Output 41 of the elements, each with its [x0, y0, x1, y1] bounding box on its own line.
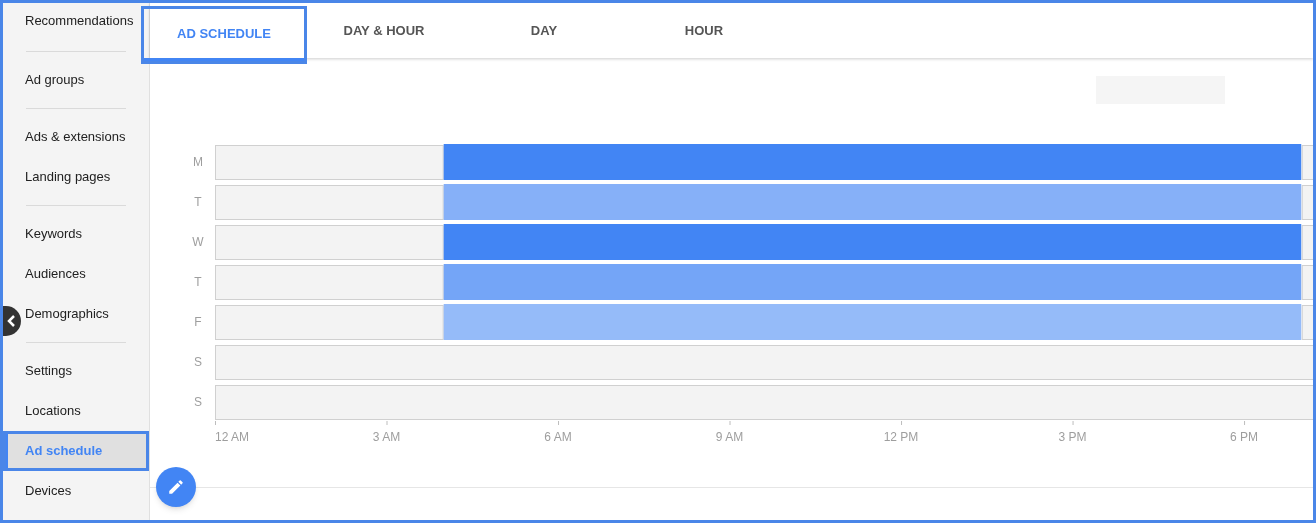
- day-track: [1301, 185, 1313, 220]
- schedule-bar[interactable]: [443, 144, 1302, 180]
- time-label: 6 AM: [544, 430, 572, 444]
- day-label: F: [194, 315, 202, 329]
- day-label: S: [194, 395, 202, 409]
- day-label: W: [192, 235, 204, 249]
- day-label: T: [194, 195, 202, 209]
- time-label: 3 PM: [1058, 430, 1087, 444]
- time-label: 3 AM: [372, 430, 401, 444]
- schedule-bar[interactable]: [443, 184, 1302, 220]
- day-label: S: [194, 355, 202, 369]
- time-label: 12 AM: [215, 430, 250, 444]
- day-label: M: [193, 155, 203, 169]
- day-track: [1301, 225, 1313, 260]
- day-track: [1301, 265, 1313, 300]
- sidebar-item[interactable]: Settings: [25, 351, 72, 391]
- schedule-bar[interactable]: [443, 304, 1302, 340]
- tab[interactable]: DAY: [464, 3, 624, 58]
- tab[interactable]: HOUR: [624, 3, 784, 58]
- edit-button[interactable]: [156, 467, 196, 507]
- time-label: 12 PM: [883, 430, 919, 444]
- sidebar-item[interactable]: Devices: [25, 471, 72, 511]
- sidebar-item[interactable]: Keywords: [25, 214, 83, 254]
- sidebar-item[interactable]: Ads & extensions: [25, 117, 126, 157]
- time-label: 6 PM: [1230, 430, 1259, 444]
- sidebar-item[interactable]: Recommendations: [25, 3, 134, 43]
- day-label: T: [194, 275, 202, 289]
- pencil-icon: [167, 478, 185, 496]
- tab[interactable]: AD SCHEDULE: [144, 9, 304, 61]
- schedule-bar[interactable]: [443, 264, 1302, 300]
- sidebar-item[interactable]: Demographics: [25, 294, 109, 334]
- day-track: [1301, 145, 1313, 180]
- time-label: 9 AM: [715, 430, 744, 444]
- schedule-bar[interactable]: [443, 224, 1302, 260]
- tab[interactable]: DAY & HOUR: [304, 3, 464, 58]
- sidebar-item[interactable]: Audiences: [25, 254, 86, 294]
- chevron-left-icon: [7, 315, 17, 327]
- sidebar-item[interactable]: Locations: [25, 391, 81, 431]
- day-track: [1301, 305, 1313, 340]
- sidebar-item[interactable]: Ad groups: [25, 60, 85, 100]
- sidebar-item[interactable]: Landing pages: [25, 157, 111, 197]
